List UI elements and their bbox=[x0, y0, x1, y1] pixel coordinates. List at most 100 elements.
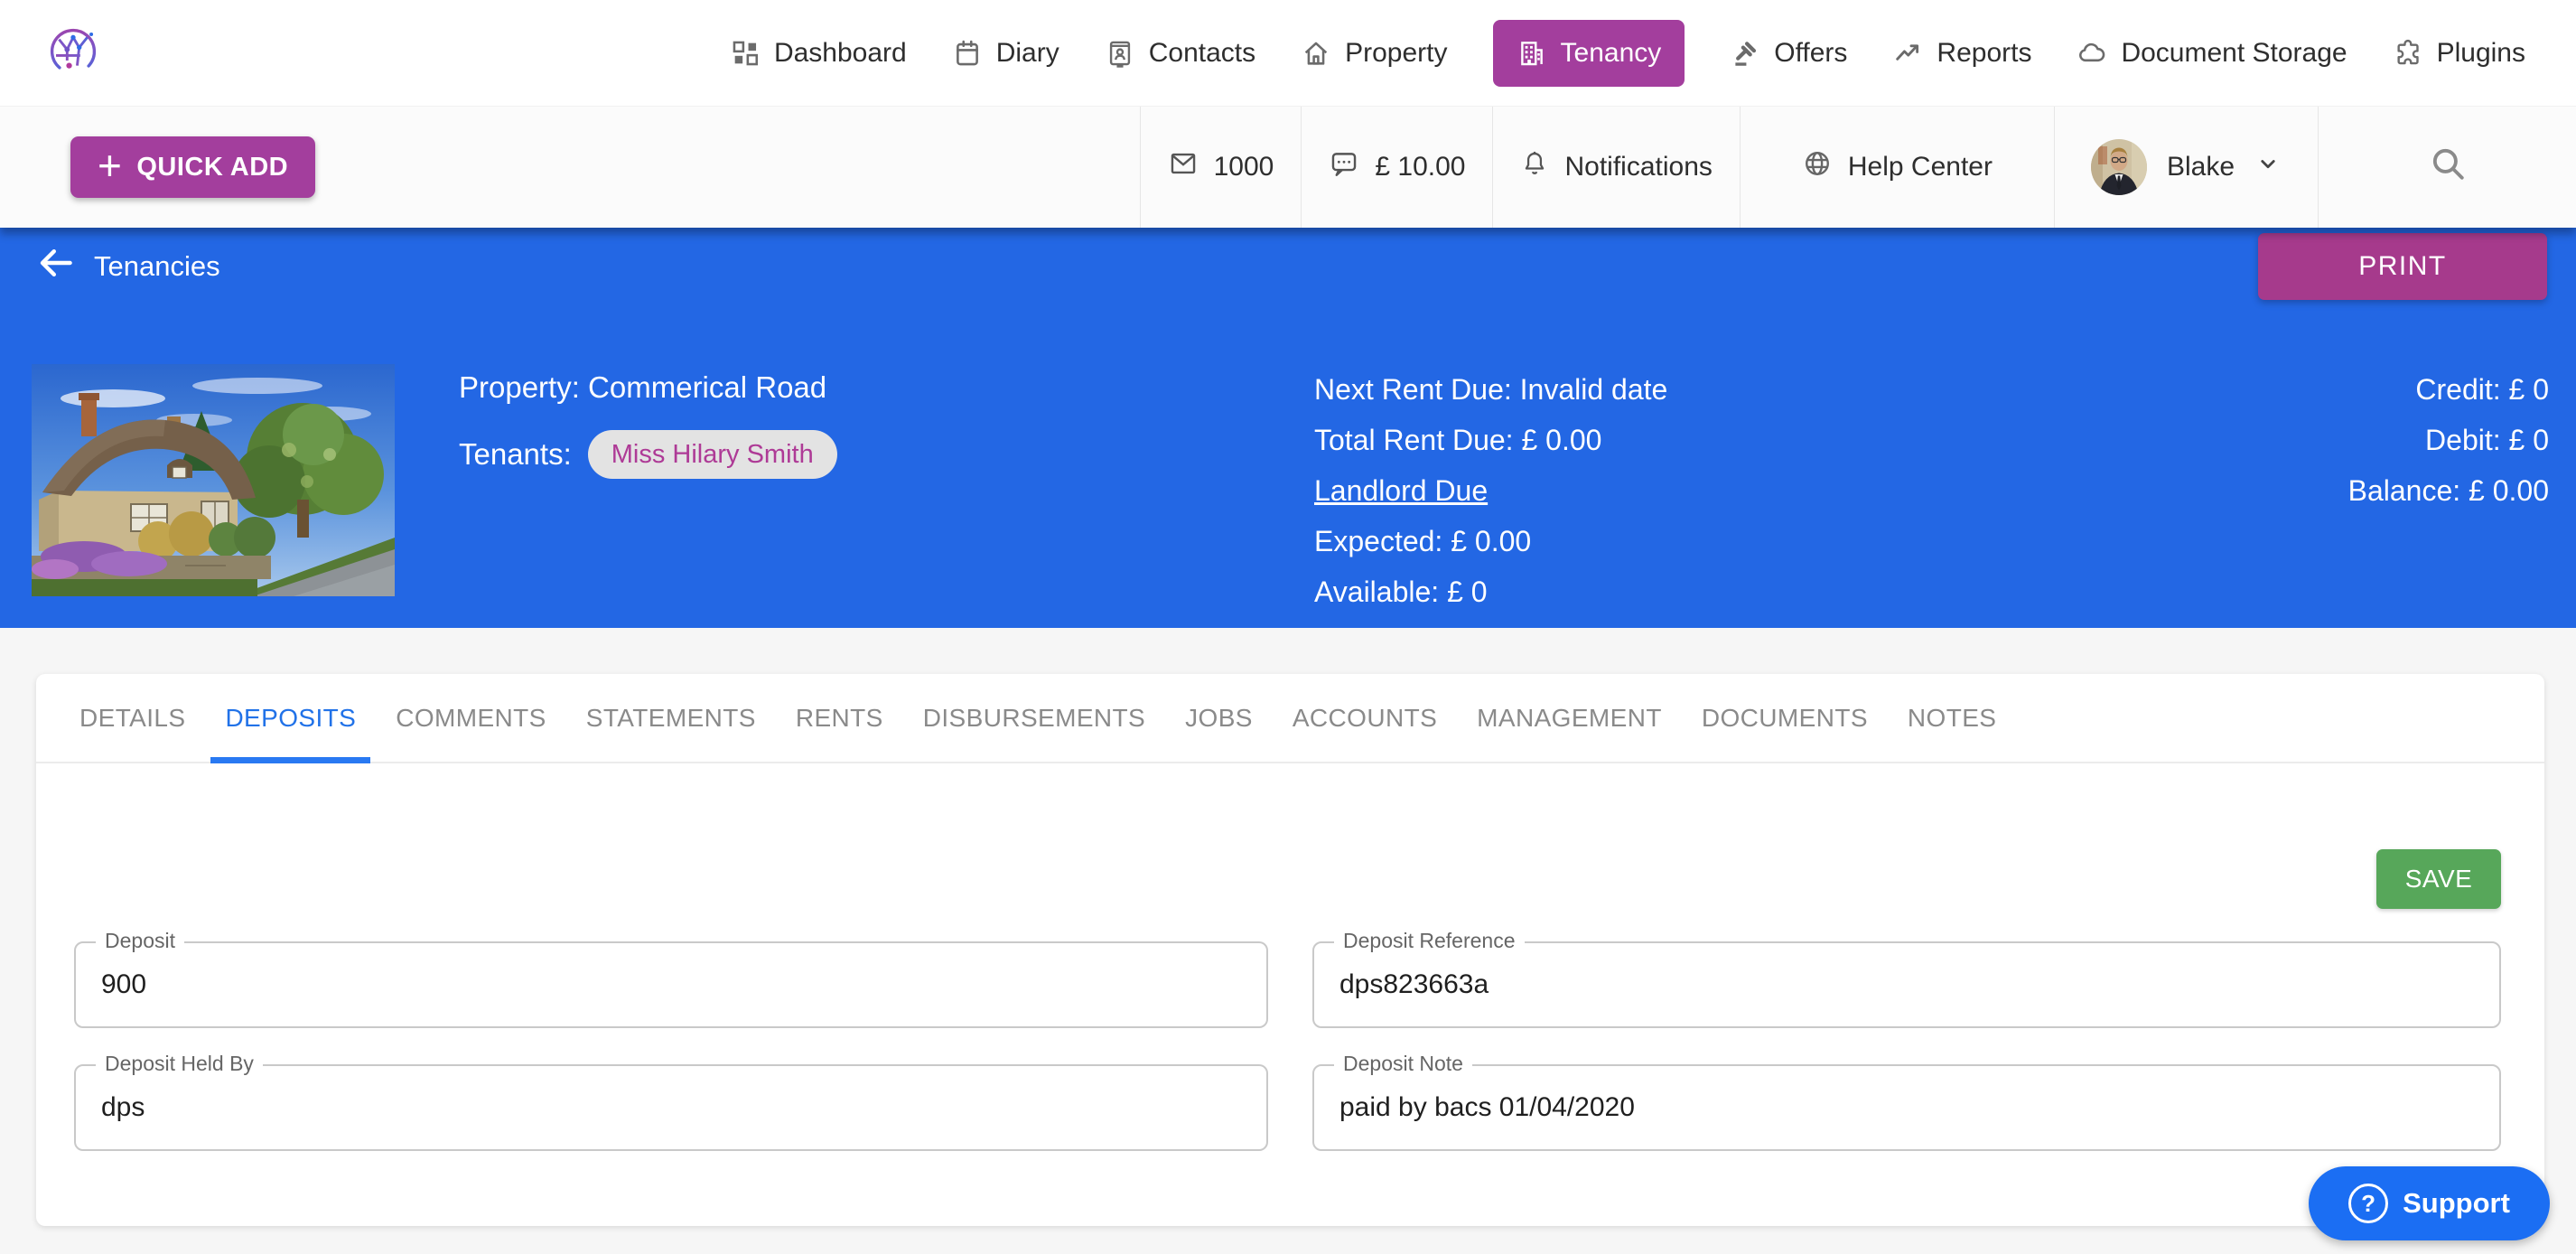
avatar bbox=[2091, 139, 2147, 195]
building-icon bbox=[1517, 38, 1547, 69]
mail-counter[interactable]: 1000 bbox=[1140, 107, 1302, 228]
nav-item-diary[interactable]: Diary bbox=[952, 38, 1059, 69]
tab-details[interactable]: DETAILS bbox=[60, 674, 205, 762]
back-label: Tenancies bbox=[94, 250, 220, 283]
nav-item-reports[interactable]: Reports bbox=[1892, 38, 2031, 69]
app-logo[interactable] bbox=[47, 25, 99, 78]
tab-deposits[interactable]: DEPOSITS bbox=[205, 674, 376, 762]
credit-amount: Credit: £ 0 bbox=[2348, 364, 2549, 415]
toolbar-right: 1000 £ 10.00 Notifications Help Center bbox=[1140, 107, 2576, 228]
deposit-fields-grid: Deposit Deposit Reference Deposit Held B… bbox=[74, 941, 2501, 1151]
notifications-button[interactable]: Notifications bbox=[1492, 107, 1739, 228]
help-center-button[interactable]: Help Center bbox=[1740, 107, 2054, 228]
calendar-icon bbox=[952, 38, 983, 69]
hero-left-column: Property: Commerical Road Tenants: Miss … bbox=[459, 370, 837, 479]
tab-jobs[interactable]: JOBS bbox=[1165, 674, 1273, 762]
hero-right-column: Credit: £ 0 Debit: £ 0 Balance: £ 0.00 bbox=[2348, 364, 2549, 516]
nav-item-label: Offers bbox=[1774, 38, 1847, 69]
quick-add-label: QUICK ADD bbox=[136, 153, 288, 182]
notifications-label: Notifications bbox=[1564, 152, 1712, 182]
property-address: Property: Commerical Road bbox=[459, 370, 837, 405]
tenants-row: Tenants: Miss Hilary Smith bbox=[459, 430, 837, 479]
expected-amount: Expected: £ 0.00 bbox=[1314, 516, 1667, 566]
support-button[interactable]: ? Support bbox=[2309, 1166, 2550, 1240]
search-icon bbox=[2429, 145, 2467, 190]
deposit-note-field: Deposit Note bbox=[1312, 1064, 2501, 1151]
total-rent-due: Total Rent Due: £ 0.00 bbox=[1314, 415, 1667, 465]
search-button[interactable] bbox=[2318, 107, 2576, 228]
nav-item-property[interactable]: Property bbox=[1301, 38, 1447, 69]
deposit-reference-field: Deposit Reference bbox=[1312, 941, 2501, 1028]
print-button[interactable]: PRINT bbox=[2258, 233, 2547, 300]
trending-up-icon bbox=[1892, 38, 1923, 69]
chevron-down-icon bbox=[2254, 150, 2282, 184]
quick-add-button[interactable]: + QUICK ADD bbox=[70, 136, 315, 198]
nav-item-offers[interactable]: Offers bbox=[1730, 38, 1847, 69]
gavel-icon bbox=[1730, 38, 1760, 69]
question-mark-icon: ? bbox=[2348, 1184, 2388, 1223]
tab-accounts[interactable]: ACCOUNTS bbox=[1273, 674, 1457, 762]
tab-documents[interactable]: DOCUMENTS bbox=[1682, 674, 1888, 762]
hero-middle-column: Next Rent Due: Invalid date Total Rent D… bbox=[1314, 364, 1667, 617]
landlord-due-link[interactable]: Landlord Due bbox=[1314, 465, 1488, 516]
tab-rents[interactable]: RENTS bbox=[776, 674, 903, 762]
nav-item-label: Reports bbox=[1937, 38, 2031, 69]
nav-item-dashboard[interactable]: Dashboard bbox=[730, 38, 907, 69]
nav-item-label: Diary bbox=[996, 38, 1059, 69]
next-rent-due: Next Rent Due: Invalid date bbox=[1314, 364, 1667, 415]
deposits-form: SAVE Deposit Deposit Reference Deposit H… bbox=[36, 763, 2544, 1151]
nav-item-label: Contacts bbox=[1149, 38, 1255, 69]
deposit-note-input[interactable] bbox=[1314, 1066, 2499, 1149]
nav-item-label: Tenancy bbox=[1561, 38, 1662, 69]
tab-disbursements[interactable]: DISBURSEMENTS bbox=[903, 674, 1165, 762]
back-arrow-icon bbox=[36, 243, 76, 290]
deposit-held-by-field: Deposit Held By bbox=[74, 1064, 1268, 1151]
top-nav: Dashboard Diary Contacts Property bbox=[0, 0, 2576, 106]
deposit-field: Deposit bbox=[74, 941, 1268, 1028]
tenants-label: Tenants: bbox=[459, 437, 572, 472]
nav-item-document-storage[interactable]: Document Storage bbox=[2077, 38, 2347, 69]
tab-comments[interactable]: COMMENTS bbox=[376, 674, 566, 762]
globe-icon bbox=[1802, 148, 1833, 186]
contact-card-icon bbox=[1105, 38, 1135, 69]
mail-count: 1000 bbox=[1214, 152, 1274, 182]
property-photo bbox=[32, 364, 395, 596]
deposit-held-by-input[interactable] bbox=[76, 1066, 1266, 1149]
balance-amount: Balance: £ 0.00 bbox=[2348, 465, 2549, 516]
tab-management[interactable]: MANAGEMENT bbox=[1457, 674, 1682, 762]
tenant-chip[interactable]: Miss Hilary Smith bbox=[588, 430, 837, 479]
nav-item-plugins[interactable]: Plugins bbox=[2393, 38, 2525, 69]
tab-notes[interactable]: NOTES bbox=[1888, 674, 2016, 762]
tab-bar: DETAILS DEPOSITS COMMENTS STATEMENTS REN… bbox=[36, 674, 2544, 763]
nav-item-contacts[interactable]: Contacts bbox=[1105, 38, 1255, 69]
dashboard-icon bbox=[730, 38, 761, 69]
deposit-reference-input[interactable] bbox=[1314, 943, 2499, 1026]
nav-item-label: Plugins bbox=[2437, 38, 2525, 69]
home-icon bbox=[1301, 38, 1331, 69]
logo-icon bbox=[47, 25, 99, 78]
back-to-tenancies-link[interactable]: Tenancies bbox=[36, 243, 220, 290]
tenancy-hero: Tenancies PRINT bbox=[0, 228, 2576, 628]
tab-statements[interactable]: STATEMENTS bbox=[566, 674, 776, 762]
mail-icon bbox=[1168, 148, 1199, 186]
main-nav: Dashboard Diary Contacts Property bbox=[730, 20, 2576, 87]
hero-top-row: Tenancies PRINT bbox=[36, 233, 2547, 300]
cloud-icon bbox=[2077, 38, 2107, 69]
chat-amount: £ 10.00 bbox=[1375, 152, 1465, 182]
save-button[interactable]: SAVE bbox=[2376, 849, 2501, 909]
user-name: Blake bbox=[2167, 152, 2235, 182]
support-label: Support bbox=[2403, 1187, 2510, 1220]
available-amount: Available: £ 0 bbox=[1314, 566, 1667, 617]
tenancy-detail-card: DETAILS DEPOSITS COMMENTS STATEMENTS REN… bbox=[36, 674, 2544, 1226]
secondary-toolbar: + QUICK ADD 1000 £ 10.00 Notifications bbox=[0, 106, 2576, 228]
chat-balance[interactable]: £ 10.00 bbox=[1301, 107, 1492, 228]
help-center-label: Help Center bbox=[1848, 152, 1993, 182]
deposit-input[interactable] bbox=[76, 943, 1266, 1026]
nav-item-label: Document Storage bbox=[2121, 38, 2347, 69]
debit-amount: Debit: £ 0 bbox=[2348, 415, 2549, 465]
user-menu[interactable]: Blake bbox=[2054, 107, 2318, 228]
nav-item-label: Property bbox=[1345, 38, 1447, 69]
puzzle-icon bbox=[2393, 38, 2423, 69]
bell-icon bbox=[1520, 149, 1549, 185]
nav-item-tenancy[interactable]: Tenancy bbox=[1493, 20, 1685, 87]
